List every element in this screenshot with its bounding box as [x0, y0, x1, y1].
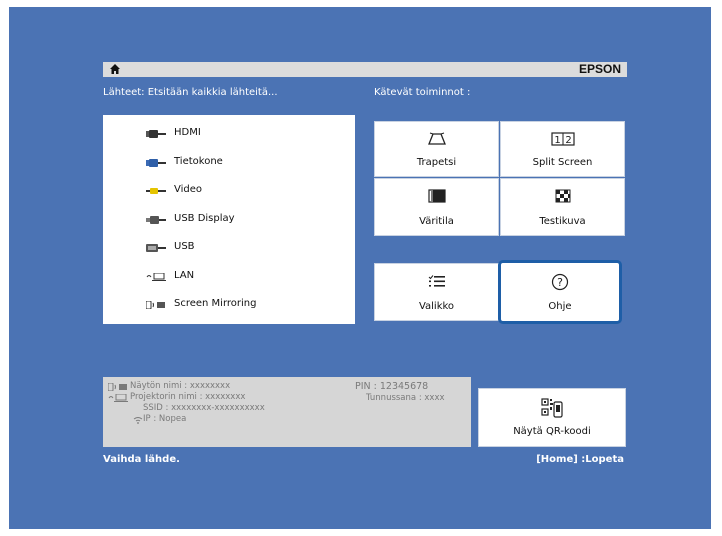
usb-display-icon — [146, 216, 166, 224]
source-label: HDMI — [174, 127, 201, 138]
tile-label: Split Screen — [532, 157, 593, 168]
svg-text:?: ? — [557, 276, 563, 289]
source-item-screen-mirroring[interactable]: Screen Mirroring — [103, 294, 355, 314]
keystone-icon — [427, 132, 446, 145]
source-item-usb[interactable]: USB — [103, 237, 355, 257]
source-label: Tietokone — [174, 156, 223, 167]
network-info-panel: Näytön nimi : xxxxxxxx Projektorin nimi … — [103, 377, 471, 447]
split-screen-icon: 1 2 — [550, 132, 575, 146]
wireless-icon — [133, 417, 143, 424]
source-item-hdmi[interactable]: HDMI — [103, 123, 355, 143]
brand-logo: EPSON — [578, 62, 621, 76]
lan-icon — [108, 394, 128, 402]
svg-text:1: 1 — [554, 135, 560, 146]
source-item-video[interactable]: Video — [103, 180, 355, 200]
projector-name: Projektorin nimi : xxxxxxxx — [130, 392, 246, 402]
source-item-usb-display[interactable]: USB Display — [103, 209, 355, 229]
test-pattern-button[interactable]: Testikuva — [500, 178, 625, 236]
svg-text:2: 2 — [565, 135, 571, 146]
usb-icon — [146, 244, 166, 252]
display-name: Näytön nimi : xxxxxxxx — [130, 381, 231, 391]
help-icon: ? — [551, 273, 569, 291]
screen-mirroring-icon — [108, 383, 127, 391]
color-mode-icon — [427, 189, 446, 203]
tile-label: Väritila — [419, 216, 454, 227]
password: Tunnussana : xxxx — [366, 393, 445, 403]
source-list: HDMI Tietokone Video USB Display USB LAN — [103, 115, 355, 324]
screen-mirroring-icon — [146, 301, 165, 309]
tile-label: Trapetsi — [416, 157, 457, 168]
keystone-button[interactable]: Trapetsi — [374, 121, 499, 177]
pin: PIN : 12345678 — [355, 381, 429, 392]
source-item-computer[interactable]: Tietokone — [103, 152, 355, 172]
tile-label: Valikko — [418, 301, 455, 312]
hdmi-icon — [146, 130, 166, 138]
home-icon[interactable] — [109, 63, 121, 75]
header-bar: EPSON — [103, 62, 627, 77]
footer-hint-right: [Home] :Lopeta — [536, 454, 624, 465]
split-screen-button[interactable]: 1 2 Split Screen — [500, 121, 625, 177]
lan-icon — [146, 273, 166, 281]
source-item-lan[interactable]: LAN — [103, 266, 355, 286]
footer-hint-left: Vaihda lähde. — [103, 454, 180, 465]
source-label: USB Display — [174, 213, 235, 224]
source-label: Video — [174, 184, 203, 195]
video-port-icon — [146, 188, 166, 194]
source-label: Screen Mirroring — [174, 298, 257, 309]
qr-code-icon — [541, 398, 563, 418]
ip-address: IP : Nopea — [143, 414, 187, 424]
color-mode-button[interactable]: Väritila — [374, 178, 499, 236]
tile-label: Ohje — [548, 301, 572, 312]
tile-label: Testikuva — [539, 216, 586, 227]
test-pattern-icon — [555, 189, 570, 203]
sources-heading: Lähteet: Etsitään kaikkia lähteitä... — [103, 87, 278, 98]
show-qr-code-button[interactable]: Näytä QR-koodi — [478, 388, 626, 447]
source-label: LAN — [174, 270, 195, 281]
functions-heading: Kätevät toiminnot : — [374, 87, 471, 98]
ssid: SSID : xxxxxxxx-xxxxxxxxxx — [143, 403, 265, 413]
help-button[interactable]: ? Ohje — [498, 260, 622, 324]
menu-button[interactable]: Valikko — [374, 263, 499, 321]
qr-button-label: Näytä QR-koodi — [513, 426, 591, 437]
menu-icon — [428, 275, 445, 287]
computer-port-icon — [146, 159, 166, 167]
source-label: USB — [174, 241, 195, 252]
